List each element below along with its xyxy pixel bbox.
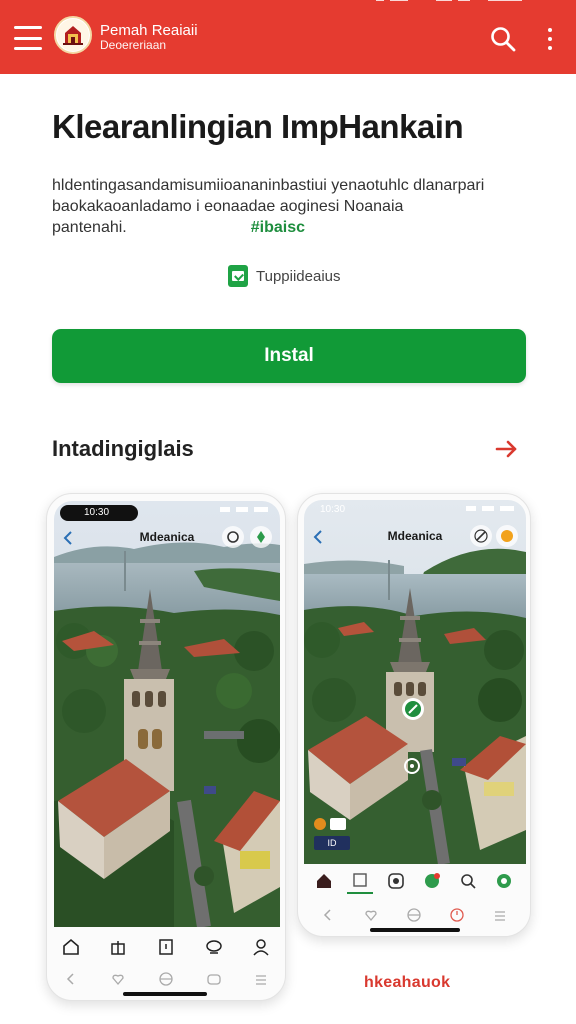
home-icon[interactable] xyxy=(58,934,84,960)
edit-icon[interactable] xyxy=(470,525,492,547)
phone-1-title: Mdeanica xyxy=(139,530,195,544)
notification-icon[interactable] xyxy=(496,525,518,547)
brand-name: Pemah Reaiaii Deoereriaan xyxy=(100,22,198,53)
back-icon[interactable] xyxy=(58,966,84,992)
status-pill: 10:30 xyxy=(60,505,138,521)
app-bar: Pemah Reaiaii Deoereriaan xyxy=(0,0,576,74)
settings-icon[interactable] xyxy=(491,868,517,894)
wallet-icon[interactable] xyxy=(201,966,227,992)
verified-app-icon xyxy=(228,265,248,287)
arrow-right-icon[interactable] xyxy=(494,437,520,461)
map-label-chip: ID xyxy=(314,836,350,850)
search-icon[interactable] xyxy=(455,868,481,894)
heart-icon[interactable] xyxy=(358,902,384,928)
phone-1-header: Mdeanica xyxy=(54,523,280,553)
phone-2-title: Mdeanica xyxy=(387,529,443,543)
more-vert-icon[interactable] xyxy=(540,28,560,50)
phone-2-screen: 10:30 Mdeanica ID xyxy=(304,500,526,864)
screenshot-phone-2[interactable]: 10:30 Mdeanica ID xyxy=(297,493,531,937)
menu-icon[interactable] xyxy=(14,26,42,50)
heart-icon[interactable] xyxy=(105,966,131,992)
install-button[interactable]: Instal xyxy=(52,329,526,383)
brand-line2: Deoereriaan xyxy=(100,38,167,53)
temple-aerial-photo xyxy=(304,500,526,864)
screenshot-phone-1[interactable]: 10:30 Mdeanica xyxy=(46,493,286,1001)
poi-card-icon[interactable] xyxy=(330,818,346,830)
list-icon[interactable] xyxy=(487,902,513,928)
category-badge[interactable]: Tuppiideaius xyxy=(228,265,341,287)
footer-brand[interactable]: hkeahauok xyxy=(364,974,450,992)
poi-dot[interactable] xyxy=(314,818,326,830)
phone-2-header: Mdeanica xyxy=(304,522,526,552)
phone-1-tab-bar-secondary xyxy=(47,966,285,992)
app-description: hldentingasandamisumiioananinbastiui yen… xyxy=(52,175,532,238)
brand-line1: Pemah Reaiaii xyxy=(100,22,198,39)
home-icon[interactable] xyxy=(311,868,337,894)
bookmark-icon[interactable] xyxy=(153,934,179,960)
phone-2-tab-bar-secondary xyxy=(298,902,530,928)
timer-icon[interactable] xyxy=(444,902,470,928)
alert-icon[interactable] xyxy=(419,868,445,894)
phone-1-tab-bar xyxy=(47,934,285,960)
globe-icon[interactable] xyxy=(153,966,179,992)
badge-label: Tuppiideaius xyxy=(256,267,341,285)
status-bar-icons xyxy=(376,0,522,1)
chat-icon[interactable] xyxy=(201,934,227,960)
status-time: 10:30 xyxy=(320,504,346,515)
app-logo xyxy=(54,16,92,54)
temple-aerial-photo xyxy=(54,501,280,927)
phone-1-screen: 10:30 Mdeanica xyxy=(54,501,280,927)
globe-icon[interactable] xyxy=(401,902,427,928)
pin-marker-icon[interactable] xyxy=(402,756,422,776)
phone-2-tab-bar xyxy=(298,868,530,894)
status-bar-icons xyxy=(220,507,268,512)
location-pin-icon[interactable] xyxy=(400,696,426,722)
list-icon[interactable] xyxy=(248,966,274,992)
search-icon[interactable] xyxy=(489,25,517,53)
save-icon[interactable] xyxy=(383,868,409,894)
app-title: Klearanlingian ImpHankain xyxy=(52,108,464,145)
map-icon[interactable] xyxy=(347,868,373,894)
hashtag-link[interactable]: #ibaisc xyxy=(251,219,305,236)
compass-icon[interactable] xyxy=(250,526,272,548)
home-indicator xyxy=(370,928,460,932)
back-icon[interactable] xyxy=(315,902,341,928)
camera-icon[interactable] xyxy=(222,526,244,548)
home-indicator xyxy=(123,992,207,996)
status-bar-icons xyxy=(466,506,514,511)
profile-icon[interactable] xyxy=(248,934,274,960)
screenshots-section-title: Intadingiglais xyxy=(52,436,194,461)
gift-icon[interactable] xyxy=(105,934,131,960)
